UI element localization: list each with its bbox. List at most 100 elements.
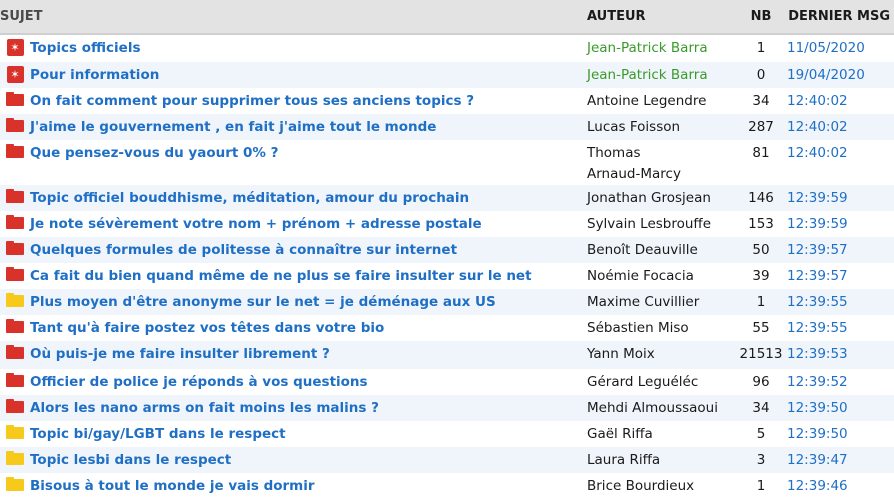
topic-last-message-link[interactable]: 12:39:52 bbox=[787, 369, 894, 390]
topic-row: Officier de police je réponds à vos ques… bbox=[0, 369, 894, 395]
topic-author[interactable]: Benoît Deauville bbox=[587, 235, 735, 261]
topic-last-message-link[interactable]: 12:39:50 bbox=[787, 421, 894, 442]
topic-author[interactable]: Jean-Patrick Barra bbox=[587, 60, 735, 86]
folder-yellow-icon bbox=[6, 425, 24, 439]
topic-icon-cell bbox=[0, 447, 30, 465]
topic-rows: ✶ Topics officiels Jean-Patrick Barra 1 11/0… bbox=[0, 35, 894, 499]
topic-author[interactable]: Maxime Cuvillier bbox=[587, 287, 735, 313]
folder-red-icon bbox=[6, 399, 24, 413]
topic-author[interactable]: Laura Riffa bbox=[587, 445, 735, 471]
topic-icon-cell bbox=[0, 114, 30, 132]
topic-message-count: 1 bbox=[756, 40, 766, 56]
topic-author[interactable]: Sylvain Lesbrouffe bbox=[587, 209, 735, 235]
topic-last-message-link[interactable]: 12:39:50 bbox=[787, 395, 894, 416]
topic-author[interactable]: Jonathan Grosjean bbox=[587, 183, 735, 209]
topic-icon-cell bbox=[0, 395, 30, 413]
topic-subject-link[interactable]: Bisous à tout le monde je vais dormir bbox=[30, 473, 587, 494]
topic-row: Plus moyen d'être anonyme sur le net = j… bbox=[0, 289, 894, 315]
topic-row: Je note sévèrement votre nom + prénom + … bbox=[0, 211, 894, 237]
topic-subject-link[interactable]: Où puis-je me faire insulter librement ? bbox=[30, 341, 587, 362]
topic-last-message-link[interactable]: 12:39:55 bbox=[787, 289, 894, 310]
topic-last-message-link[interactable]: 11/05/2020 bbox=[787, 35, 894, 56]
folder-red-icon bbox=[6, 92, 24, 106]
topic-last-message-link[interactable]: 12:39:59 bbox=[787, 185, 894, 206]
topic-subject-link[interactable]: On fait comment pour supprimer tous ses … bbox=[30, 88, 587, 109]
topic-subject-link[interactable]: Topics officiels bbox=[30, 35, 587, 56]
topic-icon-cell bbox=[0, 140, 30, 158]
topic-last-message-link[interactable]: 12:39:57 bbox=[787, 263, 894, 284]
topic-icon-cell bbox=[0, 341, 30, 359]
topic-author[interactable]: Antoine Legendre bbox=[587, 86, 735, 112]
topic-last-message-link[interactable]: 12:40:02 bbox=[787, 88, 894, 109]
topic-author[interactable]: Gérard Leguéléc bbox=[587, 367, 735, 393]
topic-icon-cell bbox=[0, 369, 30, 387]
topic-icon-cell bbox=[0, 237, 30, 255]
topic-message-count: 287 bbox=[748, 119, 774, 135]
topic-author[interactable]: Brice Bourdieux bbox=[587, 471, 735, 497]
header-nb[interactable]: NB bbox=[735, 9, 787, 24]
topic-icon-cell bbox=[0, 289, 30, 307]
topic-subject-link[interactable]: Plus moyen d'être anonyme sur le net = j… bbox=[30, 289, 587, 310]
topic-last-message-link[interactable]: 12:39:47 bbox=[787, 447, 894, 468]
topic-message-count: 34 bbox=[752, 400, 770, 416]
folder-red-icon bbox=[6, 144, 24, 158]
topic-author[interactable]: Jean-Patrick Barra bbox=[587, 33, 735, 59]
topic-row: Ca fait du bien quand même de ne plus se… bbox=[0, 263, 894, 289]
topic-subject-link[interactable]: Topic bi/gay/LGBT dans le respect bbox=[30, 421, 587, 442]
topic-icon-cell bbox=[0, 185, 30, 203]
folder-red-icon bbox=[6, 241, 24, 255]
topic-message-count: 55 bbox=[752, 320, 770, 336]
topic-last-message-link[interactable]: 12:39:46 bbox=[787, 473, 894, 494]
folder-red-icon bbox=[6, 267, 24, 281]
folder-red-icon bbox=[6, 345, 24, 359]
topic-subject-link[interactable]: Alors les nano arms on fait moins les ma… bbox=[30, 395, 587, 416]
topic-row: ✶ Pour information Jean-Patrick Barra 0 19/0… bbox=[0, 62, 894, 88]
topic-subject-link[interactable]: Tant qu'à faire postez vos têtes dans vo… bbox=[30, 315, 587, 336]
topic-message-count: 81 bbox=[752, 145, 770, 161]
topic-subject-link[interactable]: Pour information bbox=[30, 62, 587, 83]
topic-row: Que pensez-vous du yaourt 0% ? Thomas Arn… bbox=[0, 140, 894, 185]
topic-author[interactable]: Sébastien Miso bbox=[587, 313, 735, 339]
topic-author[interactable]: Noémie Focacia bbox=[587, 261, 735, 287]
topic-message-count: 5 bbox=[756, 426, 766, 442]
topic-author[interactable]: Gaël Riffa bbox=[587, 419, 735, 445]
folder-red-icon bbox=[6, 189, 24, 203]
topic-icon-cell bbox=[0, 473, 30, 491]
topic-last-message-link[interactable]: 12:39:59 bbox=[787, 211, 894, 232]
topic-author[interactable]: Lucas Foisson bbox=[587, 112, 735, 138]
topic-subject-link[interactable]: J'aime le gouvernement , en fait j'aime … bbox=[30, 114, 587, 135]
topic-row: On fait comment pour supprimer tous ses … bbox=[0, 88, 894, 114]
folder-red-icon bbox=[6, 373, 24, 387]
topic-row: Topic bi/gay/LGBT dans le respect Gaël Ri… bbox=[0, 421, 894, 447]
topic-author[interactable]: Yann Moix bbox=[587, 339, 735, 365]
topic-row: ✶ Topics officiels Jean-Patrick Barra 1 11/0… bbox=[0, 35, 894, 62]
topic-list: SUJET AUTEUR NB DERNIER MSG ✶ Topics offi… bbox=[0, 0, 894, 499]
topic-last-message-link[interactable]: 12:40:02 bbox=[787, 114, 894, 135]
topic-subject-link[interactable]: Quelques formules de politesse à connaît… bbox=[30, 237, 587, 258]
topic-subject-link[interactable]: Ca fait du bien quand même de ne plus se… bbox=[30, 263, 587, 284]
topic-subject-link[interactable]: Topic officiel bouddhisme, méditation, a… bbox=[30, 185, 587, 206]
topic-subject-link[interactable]: Je note sévèrement votre nom + prénom + … bbox=[30, 211, 587, 232]
header-subject[interactable]: SUJET bbox=[0, 9, 587, 24]
topic-last-message-link[interactable]: 12:40:02 bbox=[787, 140, 894, 161]
topic-last-message-link[interactable]: 19/04/2020 bbox=[787, 62, 894, 83]
header-author[interactable]: AUTEUR bbox=[587, 9, 735, 24]
topic-last-message-link[interactable]: 12:39:53 bbox=[787, 341, 894, 362]
topic-icon-cell bbox=[0, 263, 30, 281]
topic-last-message-link[interactable]: 12:39:55 bbox=[787, 315, 894, 336]
topic-row: Tant qu'à faire postez vos têtes dans vo… bbox=[0, 315, 894, 341]
topic-subject-link[interactable]: Que pensez-vous du yaourt 0% ? bbox=[30, 140, 587, 161]
topic-author[interactable]: Mehdi Almoussaoui bbox=[587, 393, 735, 419]
topic-subject-link[interactable]: Topic lesbi dans le respect bbox=[30, 447, 587, 468]
topic-subject-link[interactable]: Officier de police je réponds à vos ques… bbox=[30, 369, 587, 390]
header-last-message[interactable]: DERNIER MSG bbox=[787, 9, 894, 24]
topic-message-count: 3 bbox=[756, 452, 766, 468]
topic-message-count: 146 bbox=[748, 190, 774, 206]
topic-icon-cell: ✶ bbox=[0, 35, 30, 56]
topic-message-count: 1 bbox=[756, 294, 766, 310]
topic-icon-cell bbox=[0, 421, 30, 439]
folder-yellow-icon bbox=[6, 451, 24, 465]
topic-author[interactable]: Thomas Arnaud-Marcy bbox=[587, 138, 687, 185]
topic-icon-cell: ✶ bbox=[0, 62, 30, 83]
topic-last-message-link[interactable]: 12:39:57 bbox=[787, 237, 894, 258]
